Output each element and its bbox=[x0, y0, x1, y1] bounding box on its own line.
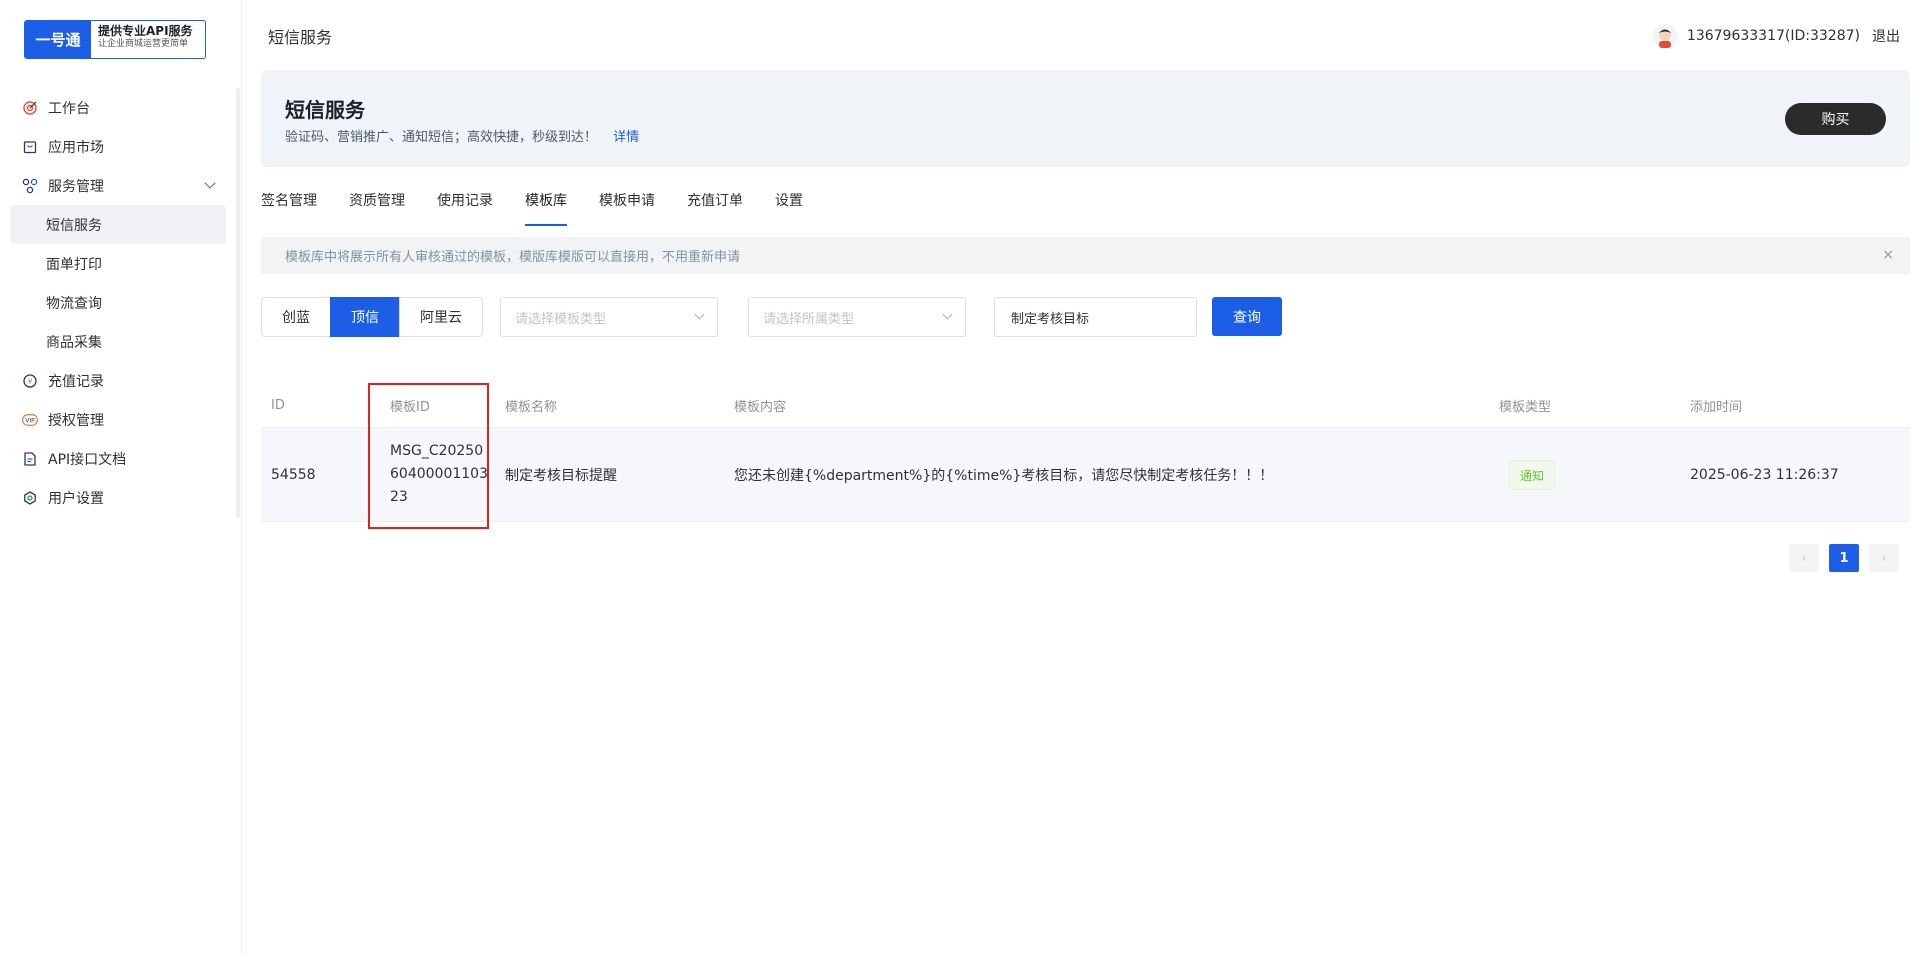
sidebar-item-user-settings[interactable]: 用户设置 bbox=[10, 478, 226, 517]
sidebar-item-label: 工作台 bbox=[48, 100, 90, 117]
sidebar-item-logistics-query[interactable]: 物流查询 bbox=[10, 283, 226, 322]
banner-title: 短信服务 bbox=[285, 98, 365, 122]
column-header-template-content: 模板内容 bbox=[734, 400, 787, 415]
sidebar-item-label: 充值记录 bbox=[48, 373, 104, 390]
doc-icon bbox=[22, 451, 38, 467]
pagination: ‹ 1 › bbox=[1789, 544, 1899, 572]
tab-settings[interactable]: 设置 bbox=[775, 190, 803, 226]
chevron-down-icon bbox=[694, 309, 705, 320]
next-page-button[interactable]: › bbox=[1869, 544, 1899, 572]
prev-page-button[interactable]: ‹ bbox=[1789, 544, 1819, 572]
coin-icon: ¥ bbox=[22, 373, 38, 389]
details-link[interactable]: 详情 bbox=[613, 130, 639, 145]
cell-template-content: 您还未创建{%department%}的{%time%}考核目标，请您尽快制定考… bbox=[734, 467, 1274, 484]
user-area: 13679633317(ID:33287) 退出 bbox=[1652, 24, 1900, 48]
chevron-down-icon[interactable] bbox=[204, 177, 216, 189]
sidebar-item-app-market[interactable]: 应用市场 bbox=[10, 127, 226, 166]
sidebar-item-label: 应用市场 bbox=[48, 139, 104, 156]
owner-type-select[interactable]: 请选择所属类型 bbox=[748, 297, 966, 337]
sidebar-item-label: 商品采集 bbox=[46, 334, 102, 351]
cell-template-name: 制定考核目标提醒 bbox=[505, 467, 617, 484]
sidebar-item-label: API接口文档 bbox=[48, 451, 127, 468]
column-header-created-time: 添加时间 bbox=[1690, 400, 1743, 415]
page-number-button[interactable]: 1 bbox=[1829, 544, 1859, 572]
settings-icon bbox=[22, 490, 38, 506]
header-title: 短信服务 bbox=[268, 28, 333, 47]
provider-aliyun-button[interactable]: 阿里云 bbox=[399, 297, 483, 337]
sidebar-item-api-docs[interactable]: API接口文档 bbox=[10, 439, 226, 478]
sidebar-item-label: 面单打印 bbox=[46, 256, 102, 273]
service-banner: 短信服务 验证码、营销推广、通知短信；高效快捷，秒级到达！ 详情 购买 bbox=[261, 70, 1910, 167]
sidebar-item-label: 服务管理 bbox=[48, 178, 104, 195]
cell-created-time: 2025-06-23 11:26:37 bbox=[1690, 466, 1839, 483]
logo[interactable]: 一号通 提供专业API服务 让企业商城运营更简单 bbox=[24, 20, 206, 59]
close-icon[interactable]: × bbox=[1882, 247, 1894, 263]
notice-text: 模板库中将展示所有人审核通过的模板，模版库模版可以直接用，不用重新申请 bbox=[285, 250, 741, 265]
tab-template-library[interactable]: 模板库 bbox=[525, 190, 567, 226]
column-header-template-type: 模板类型 bbox=[1499, 400, 1552, 415]
logo-slogan: 提供专业API服务 让企业商城运营更简单 bbox=[91, 21, 205, 58]
provider-switch: 创蓝 顶信 阿里云 bbox=[261, 297, 483, 337]
logo-slogan-line1: 提供专业API服务 bbox=[98, 24, 193, 38]
user-account[interactable]: 13679633317(ID:33287) bbox=[1687, 28, 1860, 44]
tab-template-application[interactable]: 模板申请 bbox=[599, 190, 655, 226]
sidebar-item-workbench[interactable]: 工作台 bbox=[10, 88, 226, 127]
highlight-annotation-box bbox=[368, 383, 489, 529]
banner-description: 验证码、营销推广、通知短信；高效快捷，秒级到达！ 详情 bbox=[285, 126, 639, 145]
sidebar-item-label: 授权管理 bbox=[48, 412, 104, 429]
template-type-placeholder: 请选择模板类型 bbox=[515, 311, 607, 327]
cell-id: 54558 bbox=[271, 466, 316, 483]
vip-icon: VIP bbox=[22, 412, 38, 428]
owner-type-placeholder: 请选择所属类型 bbox=[763, 311, 855, 327]
svg-text:VIP: VIP bbox=[25, 417, 35, 424]
cell-template-type: 通知 bbox=[1509, 459, 1556, 490]
logo-slogan-line2: 让企业商城运营更简单 bbox=[98, 38, 189, 49]
provider-chuanglan-button[interactable]: 创蓝 bbox=[261, 297, 331, 337]
status-badge: 通知 bbox=[1509, 459, 1556, 490]
tab-signature-management[interactable]: 签名管理 bbox=[261, 190, 317, 226]
banner-description-text: 验证码、营销推广、通知短信；高效快捷，秒级到达！ bbox=[285, 130, 598, 145]
sidebar-item-label: 物流查询 bbox=[46, 295, 102, 312]
sidebar-item-recharge-records[interactable]: ¥ 充值记录 bbox=[10, 361, 226, 400]
table-row[interactable]: 54558 MSG_C20250 60400001103 23 制定考核目标提醒… bbox=[261, 428, 1910, 522]
cluster-icon bbox=[22, 178, 38, 194]
sidebar: 一号通 提供专业API服务 让企业商城运营更简单 工作台 应用市场 服务管理 短… bbox=[0, 0, 242, 955]
column-header-id: ID bbox=[271, 398, 285, 413]
column-header-template-name: 模板名称 bbox=[505, 400, 558, 415]
template-type-select[interactable]: 请选择模板类型 bbox=[500, 297, 718, 337]
sidebar-item-waybill-print[interactable]: 面单打印 bbox=[10, 244, 226, 283]
keyword-input[interactable] bbox=[994, 297, 1197, 337]
logout-link[interactable]: 退出 bbox=[1872, 26, 1900, 46]
sidebar-item-label: 用户设置 bbox=[48, 490, 104, 507]
tab-recharge-orders[interactable]: 充值订单 bbox=[687, 190, 743, 226]
sidebar-menu: 工作台 应用市场 服务管理 短信服务 面单打印 物流查询 商品采集 ¥ 充值记录… bbox=[10, 88, 226, 517]
sidebar-item-service-management[interactable]: 服务管理 bbox=[10, 166, 226, 205]
sidebar-item-sms-service[interactable]: 短信服务 bbox=[10, 205, 226, 244]
svg-text:¥: ¥ bbox=[27, 377, 32, 386]
query-button[interactable]: 查询 bbox=[1212, 297, 1282, 336]
tab-qualification-management[interactable]: 资质管理 bbox=[349, 190, 405, 226]
logo-main-text: 一号通 bbox=[25, 21, 91, 58]
target-icon bbox=[22, 100, 38, 116]
info-notice: 模板库中将展示所有人审核通过的模板，模版库模版可以直接用，不用重新申请 × bbox=[261, 237, 1910, 274]
sidebar-item-label: 短信服务 bbox=[46, 217, 102, 234]
provider-dingxin-button[interactable]: 顶信 bbox=[330, 297, 400, 337]
sidebar-item-product-collect[interactable]: 商品采集 bbox=[10, 322, 226, 361]
tab-usage-records[interactable]: 使用记录 bbox=[437, 190, 493, 226]
table-header: ID 模板ID 模板名称 模板内容 模板类型 添加时间 bbox=[261, 384, 1910, 428]
buy-button[interactable]: 购买 bbox=[1785, 103, 1886, 135]
sidebar-item-authorization[interactable]: VIP 授权管理 bbox=[10, 400, 226, 439]
bag-icon bbox=[22, 139, 38, 155]
avatar[interactable] bbox=[1652, 24, 1677, 48]
chevron-down-icon bbox=[942, 309, 953, 320]
service-tabs: 签名管理 资质管理 使用记录 模板库 模板申请 充值订单 设置 bbox=[261, 190, 835, 226]
template-table: ID 模板ID 模板名称 模板内容 模板类型 添加时间 54558 MSG_C2… bbox=[261, 384, 1910, 522]
sidebar-scrollbar[interactable] bbox=[236, 88, 240, 518]
